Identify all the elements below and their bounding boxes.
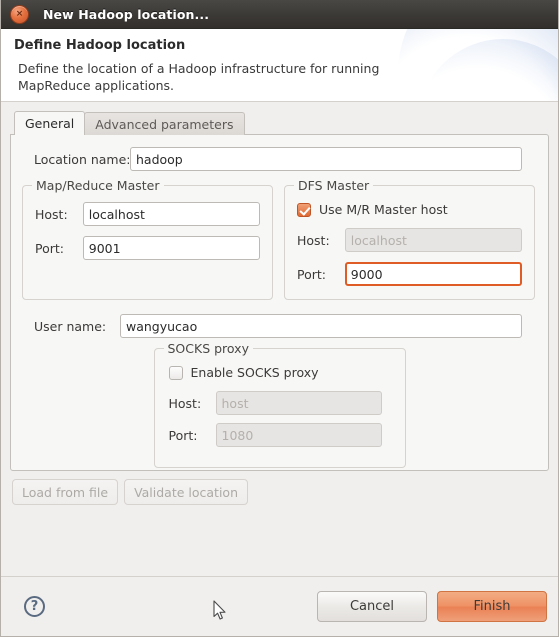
validate-location-button[interactable]: Validate location <box>124 479 249 505</box>
dialog-footer: ? Cancel Finish <box>1 576 558 636</box>
tab-strip: General Advanced parameters <box>14 111 549 135</box>
mr-port-row: Port: <box>35 236 260 260</box>
use-mr-master-host-label: Use M/R Master host <box>319 202 448 217</box>
socks-host-row: Host: <box>169 391 393 415</box>
group-map-reduce-master-title: Map/Reduce Master <box>32 178 164 193</box>
tab-general-label: General <box>25 116 75 131</box>
validate-location-label: Validate location <box>134 484 239 500</box>
finish-button[interactable]: Finish <box>437 591 547 622</box>
dfs-port-input[interactable] <box>344 262 522 286</box>
group-dfs-master: DFS Master Use M/R Master host Host: Por… <box>284 178 535 300</box>
mr-port-label: Port: <box>35 240 64 256</box>
enable-socks-proxy-label: Enable SOCKS proxy <box>190 365 319 380</box>
title-bar: × New Hadoop location... <box>1 0 558 29</box>
tab-panel-general: Location name: Map/Reduce Master Host: P… <box>10 134 549 471</box>
enable-socks-proxy-row[interactable]: Enable SOCKS proxy <box>168 365 393 380</box>
cancel-button[interactable]: Cancel <box>317 591 427 622</box>
tab-general[interactable]: General <box>14 111 86 135</box>
dfs-port-row: Port: <box>297 262 522 286</box>
use-mr-master-host-row[interactable]: Use M/R Master host <box>297 202 522 217</box>
user-name-input[interactable] <box>120 314 522 338</box>
dfs-host-row: Host: <box>297 228 522 252</box>
group-socks-proxy-title: SOCKS proxy <box>163 341 253 356</box>
mr-host-row: Host: <box>35 202 260 226</box>
window-title: New Hadoop location... <box>43 6 210 22</box>
group-socks-proxy: SOCKS proxy Enable SOCKS proxy Host: Por… <box>153 341 406 468</box>
load-from-file-label: Load from file <box>22 484 109 500</box>
tab-advanced-parameters[interactable]: Advanced parameters <box>84 112 245 135</box>
dfs-host-input <box>344 228 522 252</box>
mr-port-input[interactable] <box>82 236 260 260</box>
close-glyph: × <box>15 8 24 19</box>
group-map-reduce-master: Map/Reduce Master Host: Port: <box>22 178 273 300</box>
dialog-window: × New Hadoop location... Define Hadoop l… <box>0 0 559 637</box>
load-from-file-button[interactable]: Load from file <box>12 479 119 505</box>
wizard-banner: Define Hadoop location Define the locati… <box>1 29 558 102</box>
mr-host-label: Host: <box>35 206 68 222</box>
master-groups: Map/Reduce Master Host: Port: DFS Master <box>22 178 537 300</box>
user-name-row: User name: <box>22 314 537 338</box>
page-title: Define Hadoop location <box>14 38 186 53</box>
user-name-label: User name: <box>34 318 107 334</box>
help-glyph: ? <box>30 599 39 614</box>
page-description: Define the location of a Hadoop infrastr… <box>18 61 380 93</box>
close-icon[interactable]: × <box>10 4 29 24</box>
socks-port-label: Port: <box>168 427 198 443</box>
location-name-label: Location name: <box>34 151 131 167</box>
dialog-body: General Advanced parameters Location nam… <box>1 102 558 576</box>
lower-button-bar: Load from file Validate location <box>10 479 549 505</box>
mr-host-input[interactable] <box>82 202 260 226</box>
socks-host-label: Host: <box>168 395 202 411</box>
socks-port-input <box>215 423 382 447</box>
socks-proxy-wrap: SOCKS proxy Enable SOCKS proxy Host: Por… <box>22 341 537 468</box>
tab-advanced-parameters-label: Advanced parameters <box>95 116 234 132</box>
cancel-label: Cancel <box>349 599 395 614</box>
use-mr-master-host-checkbox[interactable] <box>297 202 311 217</box>
location-name-row: Location name: <box>22 147 537 171</box>
location-name-input[interactable] <box>130 147 522 171</box>
enable-socks-proxy-checkbox[interactable] <box>168 365 183 380</box>
socks-host-input <box>215 391 382 415</box>
dfs-host-label: Host: <box>297 232 330 248</box>
help-icon[interactable]: ? <box>24 596 45 617</box>
finish-label: Finish <box>473 599 511 614</box>
socks-port-row: Port: <box>169 423 393 447</box>
group-dfs-master-title: DFS Master <box>294 178 374 193</box>
dfs-port-label: Port: <box>297 266 326 282</box>
